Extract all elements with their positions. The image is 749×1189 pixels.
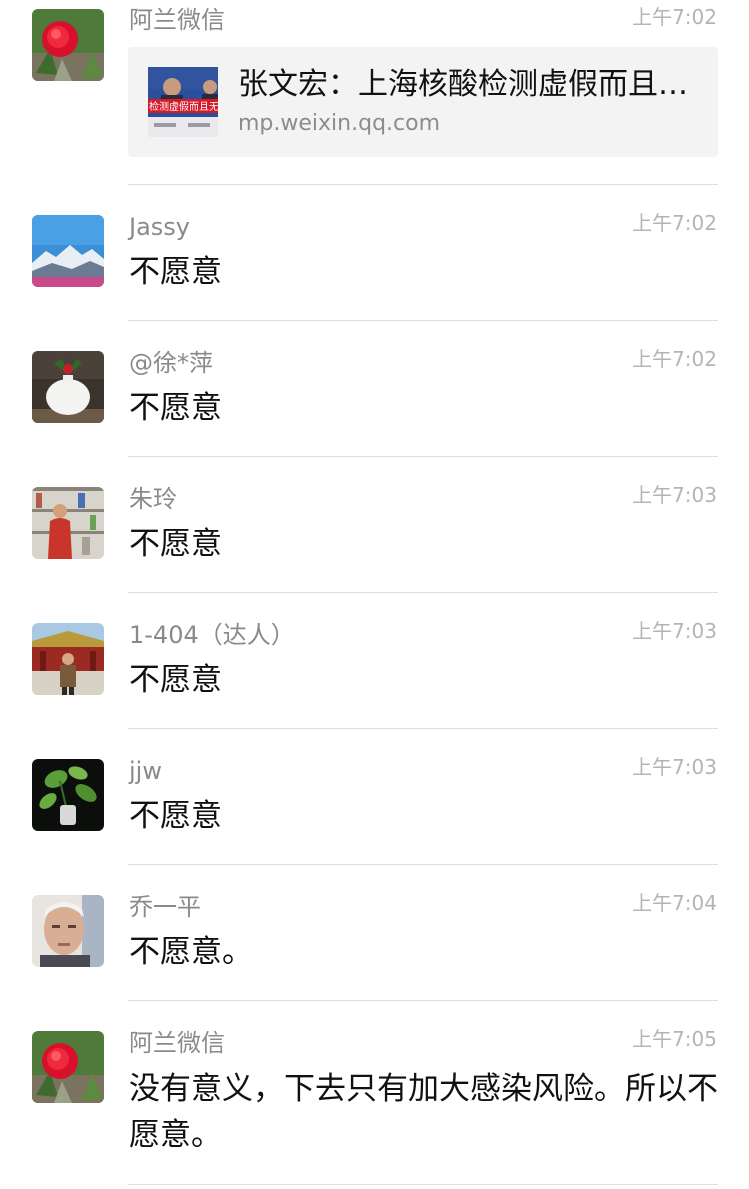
- message-text: 不愿意: [129, 798, 222, 834]
- message-timestamp: 上午7:02: [632, 5, 717, 29]
- message-divider: [128, 728, 718, 729]
- sender-name: 阿兰微信: [129, 1029, 225, 1057]
- link-card-source: mp.weixin.qq.com: [238, 111, 441, 136]
- sender-name: 阿兰微信: [129, 6, 225, 34]
- link-card-title: 张文宏：上海核酸检测虚假而且无效: [238, 67, 698, 102]
- message-divider: [128, 1000, 718, 1001]
- message-divider: [128, 320, 718, 321]
- green-plant-avatar[interactable]: [32, 759, 104, 831]
- message-timestamp: 上午7:02: [632, 211, 717, 235]
- message-text: 不愿意。: [129, 934, 253, 970]
- message-divider: [128, 184, 718, 185]
- message-timestamp: 上午7:03: [632, 619, 717, 643]
- message-text: 不愿意: [129, 526, 222, 562]
- white-vase-avatar[interactable]: [32, 351, 104, 423]
- message-divider: [128, 592, 718, 593]
- message-divider: [128, 864, 718, 865]
- palace-person-avatar[interactable]: [32, 623, 104, 695]
- sender-name: 乔一平: [129, 893, 201, 921]
- message-text: 没有意义，下去只有加大感染风险。所以不愿意。: [129, 1071, 718, 1153]
- sender-name: 1-404（达人）: [129, 621, 295, 649]
- sender-name: 朱玲: [129, 485, 177, 513]
- message-timestamp: 上午7:04: [632, 891, 717, 915]
- message-text: 不愿意: [129, 662, 222, 698]
- bookshelf-person-avatar[interactable]: [32, 487, 104, 559]
- red-flower-avatar[interactable]: [32, 1031, 104, 1103]
- article-thumbnail: 检测虚假而且无: [148, 67, 218, 137]
- sender-name: Jassy: [129, 213, 190, 241]
- message-timestamp: 上午7:05: [632, 1027, 717, 1051]
- message-timestamp: 上午7:03: [632, 755, 717, 779]
- message-divider: [128, 456, 718, 457]
- link-card[interactable]: 检测虚假而且无 张文宏：上海核酸检测虚假而且无效 mp.weixin.qq.co…: [128, 47, 718, 157]
- message-timestamp: 上午7:02: [632, 347, 717, 371]
- sender-name: jjw: [129, 757, 162, 785]
- sender-name: @徐*萍: [129, 349, 213, 377]
- red-flower-avatar[interactable]: [32, 9, 104, 81]
- snow-mountain-avatar[interactable]: [32, 215, 104, 287]
- message-divider: [128, 1184, 718, 1185]
- message-timestamp: 上午7:03: [632, 483, 717, 507]
- elderly-man-avatar[interactable]: [32, 895, 104, 967]
- message-text: 不愿意: [129, 390, 222, 426]
- svg-text:检测虚假而且无: 检测虚假而且无: [149, 100, 218, 113]
- message-text: 不愿意: [129, 254, 222, 290]
